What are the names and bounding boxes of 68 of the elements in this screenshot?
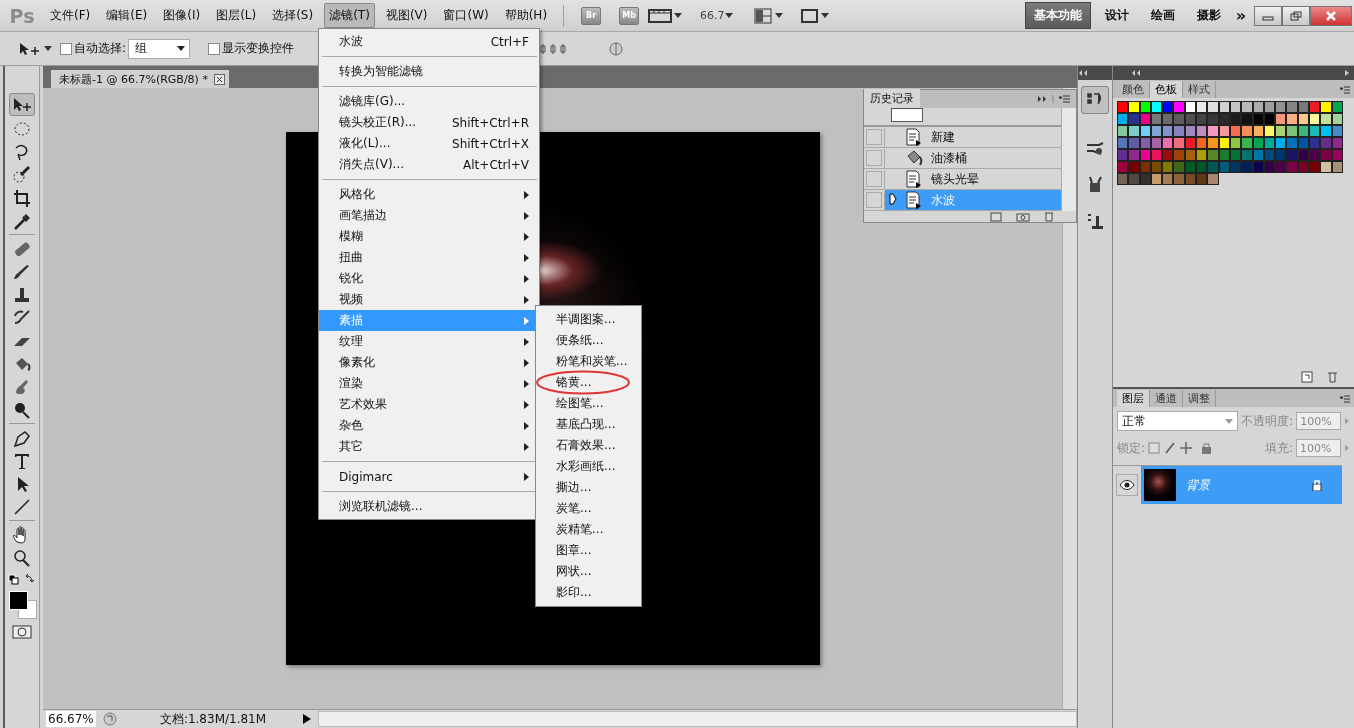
- menu-item[interactable]: 编辑(E): [101, 3, 153, 28]
- menu-item[interactable]: 液化(L)... Shift+Ctrl+X: [319, 133, 539, 154]
- panel-tab[interactable]: 历史记录: [864, 89, 920, 108]
- menu-item[interactable]: 转换为智能滤镜: [319, 61, 539, 82]
- menu-item[interactable]: 基底凸现...: [536, 414, 641, 435]
- menu-item[interactable]: 滤镜(T): [324, 3, 375, 28]
- blend-mode-select[interactable]: 正常: [1117, 411, 1239, 431]
- workspace-button[interactable]: 摄影: [1188, 3, 1229, 28]
- menu-item[interactable]: 绘图笔...: [536, 393, 641, 414]
- menu-item[interactable]: 选择(S): [267, 3, 319, 28]
- menu-item[interactable]: 镜头校正(R)... Shift+Ctrl+R: [319, 112, 539, 133]
- menu-item[interactable]: 炭精笔...: [536, 519, 641, 540]
- lock-label: 锁定:: [1117, 439, 1146, 457]
- zoom-level[interactable]: 66.7: [700, 9, 725, 22]
- app-logo: Ps: [8, 4, 36, 27]
- menu-item[interactable]: 炭笔...: [536, 498, 641, 519]
- menu-item[interactable]: 画笔描边: [319, 205, 539, 226]
- panel-tab[interactable]: 样式: [1183, 81, 1216, 98]
- menu-item[interactable]: 水波 Ctrl+F: [319, 31, 539, 52]
- workspace-button[interactable]: 基本功能: [1024, 2, 1091, 29]
- menu-item[interactable]: 浏览联机滤镜...: [319, 496, 539, 517]
- menu-item[interactable]: 图像(I): [158, 3, 206, 28]
- menu-item[interactable]: 扭曲: [319, 247, 539, 268]
- panel-tab[interactable]: 图层: [1117, 390, 1150, 407]
- menu-item[interactable]: 水彩画纸...: [536, 456, 641, 477]
- history-item[interactable]: 新建: [885, 127, 1061, 147]
- opacity-label: 不透明度:: [1241, 412, 1294, 430]
- fill-label: 填充:: [1264, 439, 1293, 457]
- menu-item[interactable]: 滤镜库(G)...: [319, 91, 539, 112]
- menu-item[interactable]: Digimarc: [319, 466, 539, 487]
- menu-item[interactable]: 视图(V): [380, 3, 433, 28]
- checkbox-label: 自动选择:: [74, 40, 127, 57]
- menu-item[interactable]: 石膏效果...: [536, 435, 641, 456]
- menu-item[interactable]: 网状...: [536, 561, 641, 582]
- menu-item[interactable]: 窗口(W): [438, 3, 494, 28]
- workspace-button[interactable]: 设计: [1096, 3, 1137, 28]
- menu-item[interactable]: 影印...: [536, 582, 641, 603]
- menu-item[interactable]: 撕边...: [536, 477, 641, 498]
- checkbox-label: 显示变换控件: [222, 40, 295, 57]
- menu-item[interactable]: 像素化: [319, 352, 539, 373]
- select-field[interactable]: 组: [128, 38, 191, 59]
- menu-item[interactable]: 图层(L): [211, 3, 262, 28]
- menu-item[interactable]: 风格化: [319, 184, 539, 205]
- panel-tab[interactable]: 通道: [1150, 390, 1183, 407]
- menu-item[interactable]: 渲染: [319, 373, 539, 394]
- menu-item[interactable]: 帮助(H): [499, 3, 553, 28]
- menu-item[interactable]: 半调图案...: [536, 309, 641, 330]
- panel-tab[interactable]: 调整: [1183, 390, 1216, 407]
- history-item[interactable]: 镜头光晕: [885, 169, 1061, 189]
- menu-item[interactable]: 粉笔和炭笔...: [536, 351, 641, 372]
- menu-item[interactable]: 纹理: [319, 331, 539, 352]
- panel-tab[interactable]: 色板: [1150, 81, 1183, 98]
- document-tab[interactable]: 未标题-1 @ 66.7%(RGB/8) *: [51, 70, 229, 88]
- menu-item[interactable]: 图章...: [536, 540, 641, 561]
- history-item[interactable]: 油漆桶: [885, 148, 1061, 168]
- menu-item[interactable]: 消失点(V)... Alt+Ctrl+V: [319, 154, 539, 175]
- menu-item[interactable]: 艺术效果: [319, 394, 539, 415]
- workspace-button[interactable]: 绘画: [1142, 3, 1183, 28]
- document-info: 文档:1.83M/1.81M: [158, 710, 268, 728]
- menu-item[interactable]: 便条纸...: [536, 330, 641, 351]
- menu-item[interactable]: 其它: [319, 436, 539, 457]
- menu-item[interactable]: 锐化: [319, 268, 539, 289]
- more-workspaces-button[interactable]: »: [1235, 6, 1246, 25]
- menu-item[interactable]: 杂色: [319, 415, 539, 436]
- menu-item[interactable]: 文件(F): [45, 3, 96, 28]
- menu-item[interactable]: 视频: [319, 289, 539, 310]
- menu-item[interactable]: 模糊: [319, 226, 539, 247]
- zoom-field[interactable]: 66.67%: [46, 711, 96, 727]
